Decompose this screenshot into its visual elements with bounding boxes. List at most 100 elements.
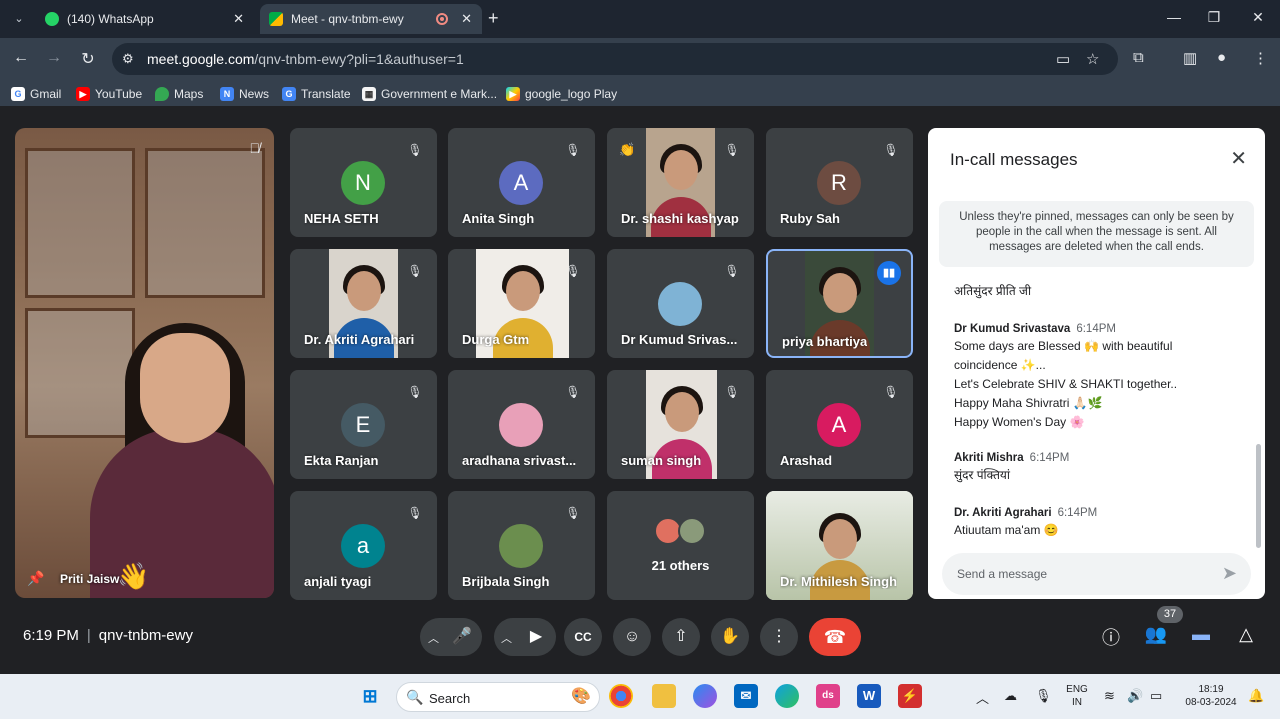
word-icon[interactable]: W xyxy=(857,684,881,708)
camera-button[interactable]: ▶ xyxy=(517,618,555,656)
message-sender: Akriti Mishra xyxy=(954,452,1024,464)
windows-start-icon[interactable]: ⊞ xyxy=(358,684,382,708)
participant-tile[interactable]: 🎙 A Anita Singh xyxy=(448,128,595,237)
mail-icon[interactable]: ✉ xyxy=(734,684,758,708)
participant-tile[interactable]: 🎙 Dr Kumud Srivas... xyxy=(607,249,754,358)
video-options-icon[interactable]: ︿ xyxy=(501,630,512,646)
bookmark-government-e-market[interactable]: ▦ Government e Mark... xyxy=(362,85,497,103)
scrollbar[interactable] xyxy=(1256,444,1261,548)
site-info-icon[interactable]: ⚙ xyxy=(122,51,134,67)
send-icon[interactable]: ➤ xyxy=(1222,563,1237,584)
bookmark-youtube[interactable]: ▶ YouTube xyxy=(76,85,142,103)
participant-tile[interactable]: 🎙 a anjali tyagi xyxy=(290,491,437,600)
taskbar-search[interactable]: 🔍 Search 🎨 xyxy=(396,682,600,712)
message-text: Some days are Blessed 🙌 with beautiful xyxy=(954,339,1173,353)
recording-icon xyxy=(436,13,448,25)
notifications-bell-icon[interactable]: 🔔 xyxy=(1248,688,1264,704)
participant-tile-speaking[interactable]: ▮▮ priya bhartiya xyxy=(766,249,913,358)
emoji-reaction-button[interactable]: ☺ xyxy=(613,618,651,656)
close-icon[interactable]: ✕ xyxy=(1230,146,1247,171)
chat-message: अतिसुंदर प्रीति जी xyxy=(954,282,1244,301)
ds-app-icon[interactable]: ds xyxy=(816,684,840,708)
onedrive-icon[interactable]: ☁ xyxy=(1004,688,1017,704)
new-tab-icon[interactable]: + xyxy=(488,8,499,29)
close-tab-icon[interactable]: ✕ xyxy=(461,11,472,27)
wifi-icon[interactable]: ≋ xyxy=(1104,688,1115,704)
participant-tile[interactable]: 🎙 R Ruby Sah xyxy=(766,128,913,237)
pin-icon[interactable]: 📌 xyxy=(27,570,44,587)
edge-icon[interactable] xyxy=(775,684,799,708)
participant-tile[interactable]: 👏 🎙 Dr. shashi kashyap xyxy=(607,128,754,237)
mic-off-icon: 🎙 xyxy=(724,143,740,157)
tab-meet[interactable]: Meet - qnv-tnbm-ewy ✕ xyxy=(260,4,482,34)
participant-tile[interactable]: 🎙 E Ekta Ranjan xyxy=(290,370,437,479)
avatar xyxy=(658,282,702,326)
participant-face xyxy=(140,333,230,443)
file-explorer-icon[interactable] xyxy=(652,684,676,708)
forward-icon[interactable]: → xyxy=(44,49,64,67)
participant-tile[interactable]: 🎙 A Arashad xyxy=(766,370,913,479)
participant-name: Durga Gtm xyxy=(462,332,530,347)
people-icon[interactable]: 👥 xyxy=(1144,624,1168,645)
microphone-button[interactable]: 🎤 xyxy=(443,618,481,656)
send-message-field[interactable]: Send a message ➤ xyxy=(942,553,1251,595)
raise-hand-button[interactable]: ✋ xyxy=(711,618,749,656)
audio-options-icon[interactable]: ︿ xyxy=(428,630,439,646)
participant-tile[interactable]: 🎙 Brijbala Singh xyxy=(448,491,595,600)
bookmark-maps[interactable]: Maps xyxy=(155,85,203,103)
participant-tile[interactable]: 🎙 aradhana srivast... xyxy=(448,370,595,479)
camera-icon[interactable]: ▭ xyxy=(1056,50,1070,68)
profile-icon[interactable]: ● xyxy=(1217,49,1226,66)
close-tab-icon[interactable]: ✕ xyxy=(233,11,244,27)
meeting-details-icon[interactable]: ⓘ xyxy=(1099,624,1123,650)
more-options-button[interactable]: ⋮ xyxy=(760,618,798,656)
message-text: Happy Women's Day 🌸 xyxy=(954,415,1085,429)
minimize-icon[interactable]: — xyxy=(1164,9,1184,25)
message-text: अतिसुंदर प्रीति जी xyxy=(954,284,1032,298)
copilot-icon[interactable] xyxy=(693,684,717,708)
participant-tile[interactable]: 🎙 Dr. Akriti Agrahari xyxy=(290,249,437,358)
chat-icon[interactable]: ▬ xyxy=(1189,624,1213,645)
restore-icon[interactable]: ❐ xyxy=(1204,9,1224,26)
close-window-icon[interactable]: ✕ xyxy=(1248,9,1268,26)
tab-whatsapp[interactable]: (140) WhatsApp ✕ xyxy=(36,4,254,34)
language-indicator[interactable]: ENG IN xyxy=(1062,683,1092,709)
bookmark-news[interactable]: N News xyxy=(220,85,269,103)
mic-off-icon: 🎙 xyxy=(565,264,581,278)
pinned-participant-tile[interactable]: 🎙̸ 📌 Priti Jaisw 👋 xyxy=(15,128,274,598)
message-time: 6:14PM xyxy=(1029,452,1070,464)
volume-icon[interactable]: 🔊 xyxy=(1127,688,1143,704)
participant-tile[interactable]: Dr. Mithilesh Singh xyxy=(766,491,913,600)
participant-tile[interactable]: 🎙 suman singh xyxy=(607,370,754,479)
pdf-reader-icon[interactable]: ⚡ xyxy=(898,684,922,708)
clock[interactable]: 18:19 08-03-2024 xyxy=(1176,683,1246,709)
back-icon[interactable]: ← xyxy=(11,49,31,67)
participant-name: Arashad xyxy=(780,453,833,468)
avatar xyxy=(499,403,543,447)
mic-off-icon: 🎙 xyxy=(724,264,740,278)
reload-icon[interactable]: ↻ xyxy=(78,49,98,69)
url-text[interactable]: meet.google.com/qnv-tnbm-ewy?pli=1&authu… xyxy=(147,51,464,67)
bookmark-gmail[interactable]: G Gmail xyxy=(11,85,61,103)
activities-icon[interactable]: △ xyxy=(1234,624,1258,645)
extensions-icon[interactable]: ⧉ xyxy=(1133,49,1144,66)
microphone-tray-icon[interactable]: 🎙 xyxy=(1035,688,1052,704)
tab-search-dropdown-icon[interactable]: ⌄ xyxy=(8,8,30,30)
present-screen-button[interactable]: ⇧ xyxy=(662,618,700,656)
bookmark-star-icon[interactable]: ☆ xyxy=(1086,50,1099,68)
message-placeholder: Send a message xyxy=(957,567,1048,581)
chrome-icon[interactable] xyxy=(609,684,633,708)
bookmark-google-play[interactable]: ▶ google_logo Play xyxy=(506,85,617,103)
address-bar[interactable]: ⚙ meet.google.com/qnv-tnbm-ewy?pli=1&aut… xyxy=(112,43,1118,75)
mic-off-icon: 🎙 xyxy=(407,385,423,399)
side-panel-icon[interactable]: ▥ xyxy=(1183,49,1197,67)
leave-call-button[interactable]: ☎ xyxy=(809,618,861,656)
battery-icon[interactable]: ▭ xyxy=(1150,688,1162,704)
show-hidden-icons-icon[interactable]: ︿ xyxy=(976,688,989,707)
menu-icon[interactable]: ⋮ xyxy=(1253,49,1268,67)
bookmark-translate[interactable]: G Translate xyxy=(282,85,351,103)
others-tile[interactable]: 21 others xyxy=(607,491,754,600)
participant-tile[interactable]: 🎙 N NEHA SETH xyxy=(290,128,437,237)
captions-button[interactable]: CC xyxy=(564,618,602,656)
participant-tile[interactable]: 🎙 Durga Gtm xyxy=(448,249,595,358)
